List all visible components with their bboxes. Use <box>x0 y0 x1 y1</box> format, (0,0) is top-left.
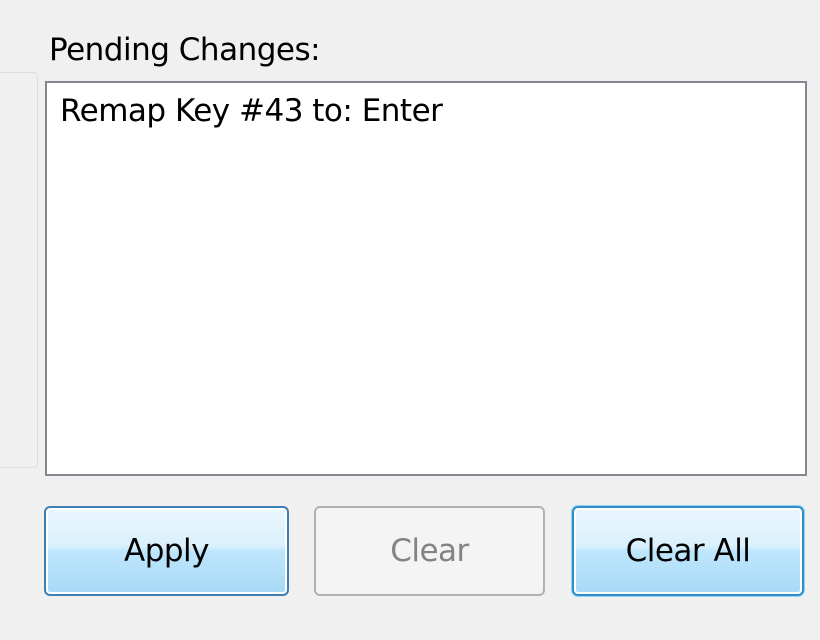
clear-button[interactable]: Clear <box>314 506 545 596</box>
pending-changes-list[interactable]: Remap Key #43 to: Enter <box>45 81 807 476</box>
apply-button-label: Apply <box>123 533 210 569</box>
pending-changes-label: Pending Changes: <box>49 32 321 68</box>
left-panel-frame <box>0 72 38 468</box>
clear-button-label: Clear <box>390 533 469 569</box>
list-item[interactable]: Remap Key #43 to: Enter <box>60 91 443 131</box>
clear-all-button[interactable]: Clear All <box>572 506 804 596</box>
apply-button[interactable]: Apply <box>44 506 289 596</box>
pending-changes-panel: Pending Changes: Remap Key #43 to: Enter… <box>0 0 820 640</box>
clear-all-button-label: Clear All <box>625 533 751 569</box>
